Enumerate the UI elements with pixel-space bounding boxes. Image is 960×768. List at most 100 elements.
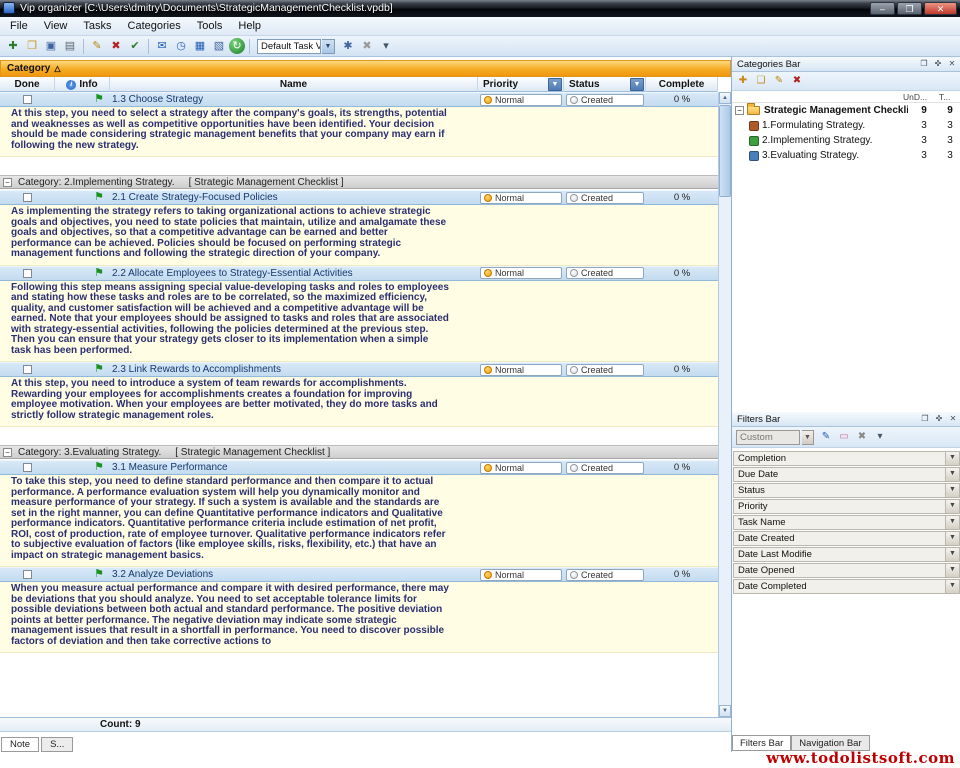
column-header-done[interactable]: Done	[0, 77, 55, 92]
done-checkbox[interactable]	[23, 193, 32, 202]
collapse-icon[interactable]: −	[735, 106, 744, 115]
done-checkbox[interactable]	[23, 463, 32, 472]
task-view-combo[interactable]: Default Task V	[257, 39, 321, 54]
filter-row[interactable]: Date Completed▼	[733, 579, 960, 594]
task-name[interactable]: 2.1 Create Strategy-Focused Policies	[112, 191, 478, 204]
maximize-button[interactable]: ❐	[897, 2, 922, 15]
column-header-status[interactable]: Status ▼	[564, 77, 646, 92]
email-icon[interactable]: ✉	[153, 38, 171, 55]
pin-icon[interactable]: ✜	[933, 413, 945, 425]
reminder-icon[interactable]: ◷	[172, 38, 190, 55]
category-tree-item[interactable]: 2.Implementing Strategy.33	[732, 133, 960, 148]
done-checkbox[interactable]	[23, 570, 32, 579]
dropdown-arrow-icon[interactable]: ▼	[945, 564, 959, 577]
new-task-icon[interactable]: ✚	[4, 38, 22, 55]
status-cell[interactable]: Created	[566, 462, 644, 474]
status-cell[interactable]: Created	[566, 267, 644, 279]
collapse-icon[interactable]: −	[3, 448, 12, 457]
filter-row[interactable]: Priority▼	[733, 499, 960, 514]
group-by-category-header[interactable]: Category △	[0, 60, 731, 77]
task-name[interactable]: 3.1 Measure Performance	[112, 461, 478, 474]
priority-cell[interactable]: Normal	[480, 462, 562, 474]
new-subcategory-icon[interactable]: ❏	[753, 74, 769, 89]
filter-row[interactable]: Date Opened▼	[733, 563, 960, 578]
done-checkbox[interactable]	[23, 365, 32, 374]
category-group-row[interactable]: −Category: 3.Evaluating Strategy.[ Strat…	[0, 445, 718, 459]
more-views-icon[interactable]: ▾	[377, 38, 395, 55]
priority-cell[interactable]: Normal	[480, 192, 562, 204]
close-icon[interactable]: ✕	[947, 413, 959, 425]
menu-tasks[interactable]: Tasks	[75, 19, 119, 33]
scroll-up-icon[interactable]: ▲	[719, 92, 731, 104]
close-icon[interactable]: ✕	[946, 58, 958, 70]
dock-icon[interactable]: ❐	[919, 413, 931, 425]
dropdown-arrow-icon[interactable]: ▼	[945, 484, 959, 497]
category-tree-item[interactable]: 1.Formulating Strategy.33	[732, 118, 960, 133]
erase-filter-icon[interactable]: ▭	[836, 430, 852, 445]
dropdown-arrow-icon[interactable]: ▼	[945, 548, 959, 561]
dock-icon[interactable]: ❐	[918, 58, 930, 70]
dropdown-arrow-icon[interactable]: ▼	[945, 452, 959, 465]
column-header-priority[interactable]: Priority ▼	[478, 77, 564, 92]
scroll-down-icon[interactable]: ▼	[719, 705, 731, 717]
new-category-icon[interactable]: ✚	[735, 74, 751, 89]
delete-task-icon[interactable]: ✖	[107, 38, 125, 55]
dropdown-arrow-icon[interactable]: ▼	[945, 516, 959, 529]
filter-preset-combo[interactable]: Custom	[736, 430, 800, 445]
category-group-row[interactable]: −Category: 2.Implementing Strategy.[ Str…	[0, 175, 718, 189]
delete-category-icon[interactable]: ✖	[789, 74, 805, 89]
task-name[interactable]: 2.2 Allocate Employees to Strategy-Essen…	[112, 267, 478, 280]
close-button[interactable]: ✕	[924, 2, 957, 15]
priority-cell[interactable]: Normal	[480, 569, 562, 581]
menu-file[interactable]: File	[2, 19, 36, 33]
pin-icon[interactable]: ✜	[932, 58, 944, 70]
clear-view-icon[interactable]: ✖	[358, 38, 376, 55]
calendar-view-icon[interactable]: ▧	[210, 38, 228, 55]
priority-cell[interactable]: Normal	[480, 364, 562, 376]
minimize-button[interactable]: –	[870, 2, 895, 15]
more-filters-icon[interactable]: ▾	[872, 430, 888, 445]
status-filter-button[interactable]: ▼	[630, 78, 644, 91]
collapse-icon[interactable]: −	[3, 178, 12, 187]
priority-cell[interactable]: Normal	[480, 267, 562, 279]
filter-row[interactable]: Status▼	[733, 483, 960, 498]
scrollbar-thumb[interactable]	[719, 105, 731, 197]
status-cell[interactable]: Created	[566, 364, 644, 376]
dropdown-arrow-icon[interactable]: ▼	[945, 468, 959, 481]
menu-categories[interactable]: Categories	[120, 19, 189, 33]
filter-row[interactable]: Date Created▼	[733, 531, 960, 546]
status-cell[interactable]: Created	[566, 94, 644, 106]
column-header-complete[interactable]: Complete	[646, 77, 718, 92]
print-icon[interactable]: ▤	[61, 38, 79, 55]
column-header-info[interactable]: i Info	[55, 77, 110, 92]
filter-row[interactable]: Completion▼	[733, 451, 960, 466]
status-cell[interactable]: Created	[566, 569, 644, 581]
filter-preset-dropdown-icon[interactable]: ▼	[802, 430, 814, 445]
edit-filter-icon[interactable]: ✎	[818, 430, 834, 445]
category-tree-item[interactable]: 3.Evaluating Strategy.33	[732, 148, 960, 163]
done-checkbox[interactable]	[23, 269, 32, 278]
menu-tools[interactable]: Tools	[189, 19, 231, 33]
edit-task-icon[interactable]: ✎	[88, 38, 106, 55]
open-database-icon[interactable]: ❒	[23, 38, 41, 55]
priority-cell[interactable]: Normal	[480, 94, 562, 106]
task-name[interactable]: 2.3 Link Rewards to Accomplishments	[112, 363, 478, 376]
filter-row[interactable]: Due Date▼	[733, 467, 960, 482]
tab-note[interactable]: Note	[1, 737, 39, 752]
dropdown-arrow-icon[interactable]: ▼	[945, 500, 959, 513]
menu-view[interactable]: View	[36, 19, 76, 33]
filter-row[interactable]: Date Last Modifie▼	[733, 547, 960, 562]
filter-row[interactable]: Task Name▼	[733, 515, 960, 530]
vertical-scrollbar[interactable]: ▲ ▼	[718, 92, 731, 717]
category-tree-item[interactable]: −Strategic Management Checkli99	[732, 103, 960, 118]
task-name[interactable]: 1.3 Choose Strategy	[112, 93, 478, 106]
dropdown-arrow-icon[interactable]: ▼	[945, 532, 959, 545]
status-cell[interactable]: Created	[566, 192, 644, 204]
menu-help[interactable]: Help	[230, 19, 269, 33]
table-view-icon[interactable]: ▦	[191, 38, 209, 55]
priority-filter-button[interactable]: ▼	[548, 78, 562, 91]
complete-task-icon[interactable]: ✔	[126, 38, 144, 55]
view-settings-icon[interactable]: ✱	[339, 38, 357, 55]
tab-s[interactable]: S...	[41, 737, 73, 752]
clear-filter-icon[interactable]: ✖	[854, 430, 870, 445]
